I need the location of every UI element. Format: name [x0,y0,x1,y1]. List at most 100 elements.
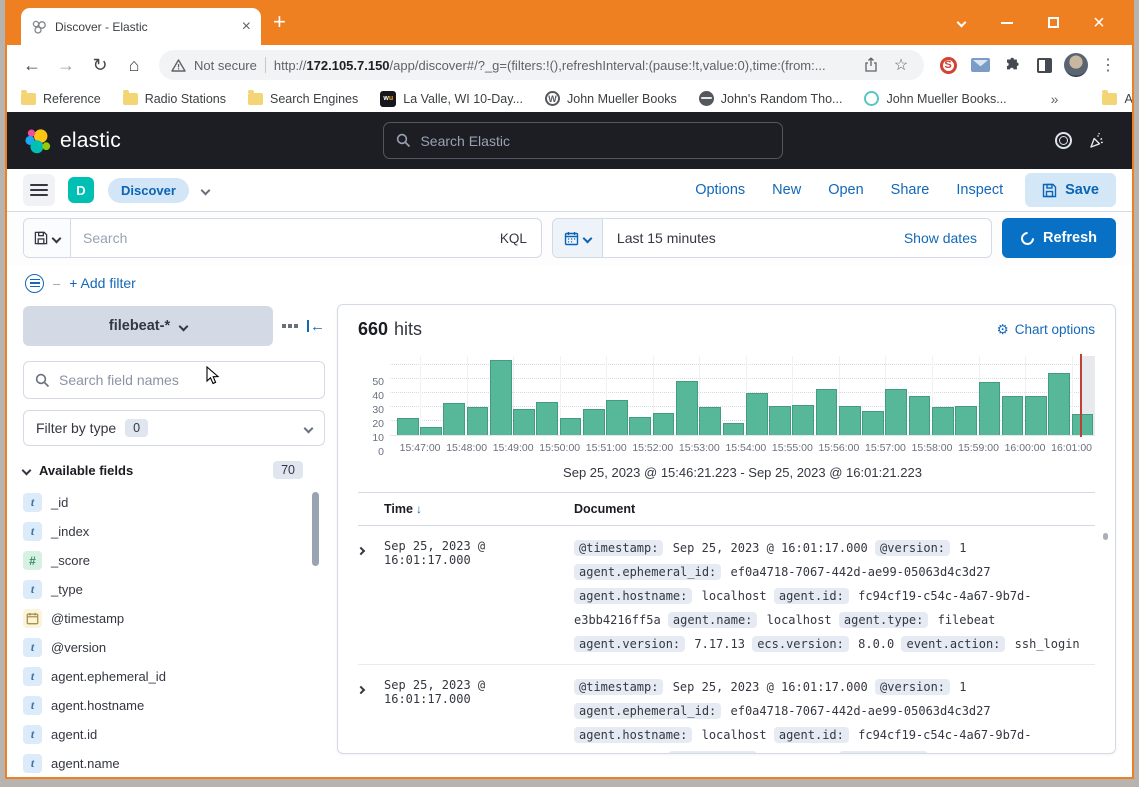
field-name-badge[interactable]: agent.ephemeral_id: [574,564,721,580]
histogram-bar[interactable] [839,406,861,435]
extension-s-icon[interactable]: S [934,51,962,79]
histogram-bar[interactable] [792,405,814,435]
global-search[interactable] [383,122,783,159]
address-bar[interactable]: Not secure http://172.105.7.150/app/disc… [159,50,924,80]
reload-icon[interactable]: ↻ [85,50,115,80]
field-name-badge[interactable]: agent.ephemeral_id: [574,703,721,719]
field-item[interactable]: t@version [23,633,325,662]
field-name-badge[interactable]: @version: [875,679,950,695]
refresh-button[interactable]: Refresh [1002,218,1116,258]
available-fields-header[interactable]: Available fields 70 [23,461,325,479]
bookmark-item[interactable]: wuLa Valle, WI 10-Day... [380,91,523,107]
histogram-bar[interactable] [467,407,489,435]
histogram-bar[interactable] [769,406,791,435]
bookmark-item[interactable]: Search Engines [248,92,358,106]
expand-row-icon[interactable] [358,536,384,656]
field-name-badge[interactable]: agent.id: [774,588,849,604]
filter-sets-icon[interactable] [25,274,44,293]
menu-item-new[interactable]: New [772,182,801,198]
histogram-bar[interactable] [560,418,582,435]
histogram-chart[interactable]: 01020304050 15:47:0015:48:0015:49:0015:5… [358,356,1095,480]
security-label[interactable]: Not secure [194,58,257,73]
field-name-badge[interactable]: agent.hostname: [574,588,692,604]
browser-tab[interactable]: Discover - Elastic × [21,8,261,45]
share-icon[interactable] [860,57,882,73]
forward-icon[interactable]: → [51,50,81,80]
save-button[interactable]: Save [1025,173,1116,207]
histogram-plot[interactable] [390,356,1095,436]
table-scrollbar[interactable] [1103,533,1108,540]
index-pattern-picker[interactable]: filebeat-* [23,306,273,346]
back-icon[interactable]: ← [17,50,47,80]
field-name-badge[interactable]: ecs.version: [752,636,849,652]
histogram-bar[interactable] [746,393,768,435]
bookmarks-overflow-icon[interactable]: » [1051,91,1059,107]
tab-search-icon[interactable] [938,7,984,39]
histogram-bar[interactable] [676,381,698,435]
maximize-button[interactable] [1030,7,1076,39]
field-item[interactable]: tagent.id [23,720,325,749]
histogram-bar[interactable] [653,413,675,435]
newsfeed-icon[interactable] [1080,132,1114,150]
field-item[interactable]: tagent.name [23,749,325,778]
field-item[interactable]: t_index [23,517,325,546]
space-avatar[interactable]: D [68,177,94,203]
sidebar-scrollbar[interactable] [312,492,319,566]
histogram-bar[interactable] [1072,414,1094,435]
field-item[interactable]: t_type [23,575,325,604]
field-item[interactable]: t_id [23,488,325,517]
sort-descending-icon[interactable]: ↓ [416,502,422,516]
field-name-badge[interactable]: agent.type: [839,612,928,628]
histogram-bar[interactable] [816,389,838,435]
histogram-bar[interactable] [397,418,419,435]
mail-extension-icon[interactable] [966,51,994,79]
menu-item-open[interactable]: Open [828,182,863,198]
histogram-bar[interactable] [885,389,907,435]
table-row[interactable]: Sep 25, 2023 @ 16:01:17.000@timestamp: S… [358,665,1095,754]
time-range-value[interactable]: Last 15 minutes [603,230,890,246]
histogram-bar[interactable] [490,360,512,435]
query-language-button[interactable]: KQL [486,231,541,246]
histogram-bar[interactable] [583,409,605,435]
field-search-input[interactable] [59,372,313,388]
url-text[interactable]: http://172.105.7.150/app/discover#/?_g=(… [274,58,852,73]
histogram-bar[interactable] [536,402,558,435]
saved-query-button[interactable] [24,219,71,257]
field-name-badge[interactable]: @timestamp: [574,679,663,695]
menu-item-inspect[interactable]: Inspect [956,182,1003,198]
tab-close-icon[interactable]: × [242,19,251,35]
histogram-bar[interactable] [862,411,884,435]
date-picker-button[interactable] [553,219,603,257]
field-name-badge[interactable]: agent.name: [668,751,757,754]
extensions-puzzle-icon[interactable] [998,51,1026,79]
elastic-logo[interactable]: elastic [25,128,121,154]
histogram-bar[interactable] [979,382,1001,435]
expand-row-icon[interactable] [358,675,384,753]
field-name-badge[interactable]: agent.type: [839,751,928,754]
histogram-bar[interactable] [629,417,651,435]
field-name-badge[interactable]: agent.hostname: [574,727,692,743]
time-column-header[interactable]: Time↓ [384,502,574,516]
histogram-bar[interactable] [606,400,628,435]
field-item[interactable]: #_score [23,546,325,575]
field-item[interactable]: tagent.ephemeral_id [23,662,325,691]
field-search-box[interactable] [23,361,325,399]
bookmark-item[interactable]: John Mueller Books... [864,91,1006,106]
histogram-bar[interactable] [443,403,465,435]
bookmark-item[interactable]: WJohn Mueller Books [545,91,677,106]
side-panel-icon[interactable] [1030,51,1058,79]
histogram-bar[interactable] [1048,373,1070,435]
menu-item-options[interactable]: Options [695,182,745,198]
table-row[interactable]: Sep 25, 2023 @ 16:01:17.000@timestamp: S… [358,526,1095,665]
browser-menu-icon[interactable]: ⋮ [1094,51,1122,79]
bookmark-star-icon[interactable]: ☆ [890,55,912,75]
field-name-badge[interactable]: agent.name: [668,612,757,628]
field-name-badge[interactable]: @timestamp: [574,540,663,556]
histogram-bar[interactable] [420,427,442,435]
field-item[interactable]: @timestamp [23,604,325,633]
histogram-bar[interactable] [723,423,745,435]
histogram-bar[interactable] [932,407,954,435]
minimize-button[interactable] [984,7,1030,39]
field-name-badge[interactable]: event.action: [901,636,1005,652]
close-button[interactable]: × [1076,7,1122,39]
